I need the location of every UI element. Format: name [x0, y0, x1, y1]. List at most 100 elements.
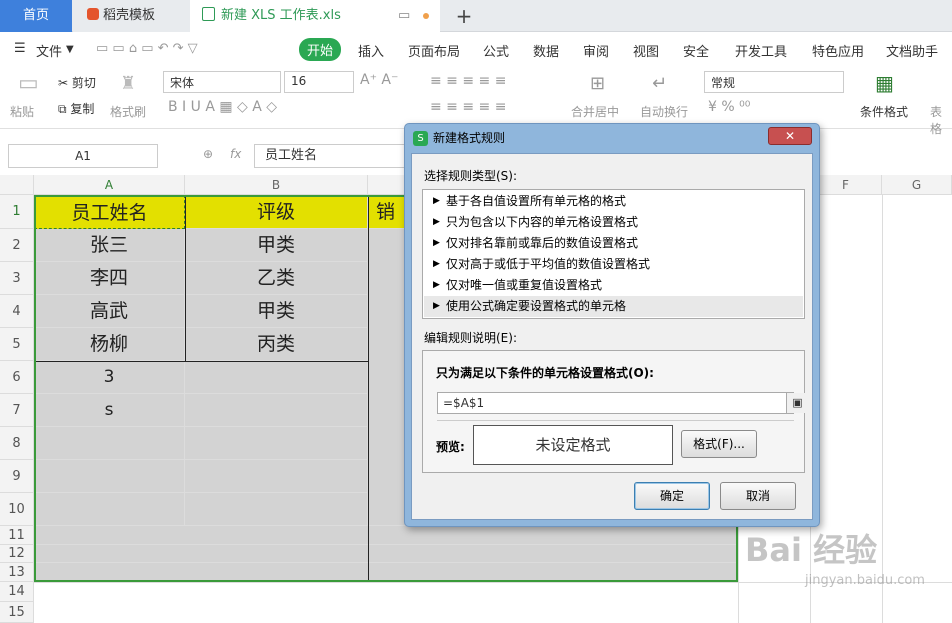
- close-button[interactable]: ✕: [768, 127, 812, 145]
- menu-doc-helper[interactable]: 文档助手: [886, 41, 938, 60]
- menu-special[interactable]: 特色应用: [812, 41, 864, 60]
- copy-button[interactable]: ⧉ 复制: [58, 100, 94, 117]
- row-header[interactable]: 2: [0, 229, 34, 262]
- row-header[interactable]: 12: [0, 545, 34, 563]
- row-header[interactable]: 4: [0, 295, 34, 328]
- row-12-cells[interactable]: [34, 545, 738, 563]
- cell-b4[interactable]: 甲类: [185, 295, 368, 328]
- cell-a8[interactable]: [34, 427, 185, 460]
- tab-home[interactable]: 首页: [0, 0, 72, 32]
- cell-b9[interactable]: [185, 460, 368, 493]
- zoom-icon[interactable]: ⊕: [203, 147, 213, 161]
- format-button[interactable]: 格式(F)...: [681, 430, 757, 458]
- font-grow-icon[interactable]: A⁺ A⁻: [360, 72, 398, 88]
- cell-a7[interactable]: s: [34, 394, 185, 427]
- cell-a1[interactable]: 员工姓名: [34, 195, 185, 229]
- row-header[interactable]: 9: [0, 460, 34, 493]
- number-format-select[interactable]: 常规: [704, 71, 844, 93]
- align-icons[interactable]: ≡ ≡ ≡ ≡ ≡: [430, 73, 506, 89]
- menu-developer[interactable]: 开发工具: [735, 41, 787, 60]
- hamburger-icon[interactable]: ☰: [14, 41, 26, 56]
- monitor-icon[interactable]: ▭: [398, 0, 410, 32]
- list-item[interactable]: ▶ 仅对高于或低于平均值的数值设置格式: [424, 254, 803, 275]
- chevron-down-icon[interactable]: ▼: [66, 44, 74, 55]
- font-select[interactable]: 宋体: [163, 71, 281, 93]
- merge-button[interactable]: 合并居中: [571, 103, 619, 120]
- menu-review[interactable]: 审阅: [583, 41, 609, 60]
- col-header-a[interactable]: A: [34, 175, 185, 195]
- paste-icon[interactable]: ▭: [18, 71, 39, 96]
- menu-insert[interactable]: 插入: [358, 41, 384, 60]
- row-header[interactable]: 11: [0, 526, 34, 545]
- row-header[interactable]: 8: [0, 427, 34, 460]
- font-style-icons[interactable]: B I U A ▦ ◇ A ◇: [168, 99, 277, 115]
- tab-document[interactable]: 新建 XLS 工作表.xls ▭: [190, 0, 440, 32]
- menu-security[interactable]: 安全: [683, 41, 709, 60]
- add-tab-button[interactable]: +: [452, 0, 476, 32]
- wrap-button[interactable]: 自动换行: [640, 103, 688, 120]
- menu-start[interactable]: 开始: [299, 38, 342, 61]
- cell-c1[interactable]: 销: [368, 195, 408, 229]
- cut-button[interactable]: ✂ 剪切: [58, 74, 96, 91]
- cell-b2[interactable]: 甲类: [185, 229, 368, 262]
- row-header[interactable]: 15: [0, 602, 34, 623]
- corner-header[interactable]: [0, 175, 34, 195]
- cell-b7[interactable]: [185, 394, 368, 427]
- cell-a2[interactable]: 张三: [34, 229, 185, 262]
- ok-button[interactable]: 确定: [634, 482, 710, 510]
- cell-a10[interactable]: [34, 493, 185, 526]
- formula-field[interactable]: =$A$1 ▣: [437, 392, 808, 414]
- format-brush-button[interactable]: 格式刷: [110, 103, 146, 120]
- range-picker-icon[interactable]: ▣: [786, 393, 808, 413]
- menu-formula[interactable]: 公式: [483, 41, 509, 60]
- merge-icon[interactable]: ⊞: [590, 73, 605, 94]
- format-brush-icon[interactable]: ♜: [120, 73, 136, 94]
- cell-b3[interactable]: 乙类: [185, 262, 368, 295]
- font-size-select[interactable]: 16: [284, 71, 354, 93]
- cell-b5[interactable]: 丙类: [185, 328, 368, 361]
- number-icons[interactable]: ¥ % ⁰⁰: [708, 99, 750, 115]
- conditional-format-button[interactable]: 条件格式: [860, 103, 908, 120]
- align-icons-2[interactable]: ≡ ≡ ≡ ≡ ≡: [430, 99, 506, 115]
- cell-a3[interactable]: 李四: [34, 262, 185, 295]
- row-header[interactable]: 1: [0, 195, 34, 229]
- conditional-format-icon[interactable]: ▦: [875, 71, 894, 95]
- list-item[interactable]: ▶ 只为包含以下内容的单元格设置格式: [424, 212, 803, 233]
- row-header[interactable]: 10: [0, 493, 34, 526]
- row-11-cells[interactable]: [34, 526, 738, 545]
- table-style-button[interactable]: 表格: [930, 103, 952, 137]
- tab-template[interactable]: 稻壳模板: [73, 0, 190, 32]
- fx-icon[interactable]: fx: [230, 147, 241, 161]
- row-header[interactable]: 13: [0, 563, 34, 582]
- row-header[interactable]: 7: [0, 394, 34, 427]
- row-header[interactable]: 14: [0, 582, 34, 602]
- cell-a5[interactable]: 杨柳: [34, 328, 185, 361]
- cancel-button[interactable]: 取消: [720, 482, 796, 510]
- row-header[interactable]: 6: [0, 361, 34, 394]
- menu-view[interactable]: 视图: [633, 41, 659, 60]
- list-item[interactable]: ▶ 仅对唯一值或重复值设置格式: [424, 275, 803, 296]
- cell-b8[interactable]: [185, 427, 368, 460]
- cell-b6[interactable]: [185, 361, 368, 394]
- quick-access-icons[interactable]: ▭ ▭ ⌂ ▭ ↶ ↷ ▽: [96, 41, 198, 56]
- list-item-selected[interactable]: ▶ 使用公式确定要设置格式的单元格: [424, 296, 803, 317]
- menu-data[interactable]: 数据: [533, 41, 559, 60]
- row-header[interactable]: 5: [0, 328, 34, 361]
- cell-a4[interactable]: 高武: [34, 295, 185, 328]
- name-box[interactable]: A1: [8, 144, 158, 168]
- row-header[interactable]: 3: [0, 262, 34, 295]
- paste-button[interactable]: 粘贴: [10, 103, 34, 120]
- formula-input[interactable]: 员工姓名: [254, 144, 414, 168]
- col-header-b[interactable]: B: [185, 175, 368, 195]
- menu-file[interactable]: 文件: [36, 41, 62, 60]
- col-header-g[interactable]: G: [882, 175, 952, 195]
- col-header-f[interactable]: F: [810, 175, 882, 195]
- menu-page-layout[interactable]: 页面布局: [408, 41, 460, 60]
- cell-b1[interactable]: 评级: [185, 195, 368, 229]
- list-item[interactable]: ▶ 基于各自值设置所有单元格的格式: [424, 191, 803, 212]
- cell-b10[interactable]: [185, 493, 368, 526]
- list-item[interactable]: ▶ 仅对排名靠前或靠后的数值设置格式: [424, 233, 803, 254]
- cell-a6[interactable]: 3: [34, 361, 185, 394]
- cell-a9[interactable]: [34, 460, 185, 493]
- wrap-icon[interactable]: ↵: [652, 73, 667, 94]
